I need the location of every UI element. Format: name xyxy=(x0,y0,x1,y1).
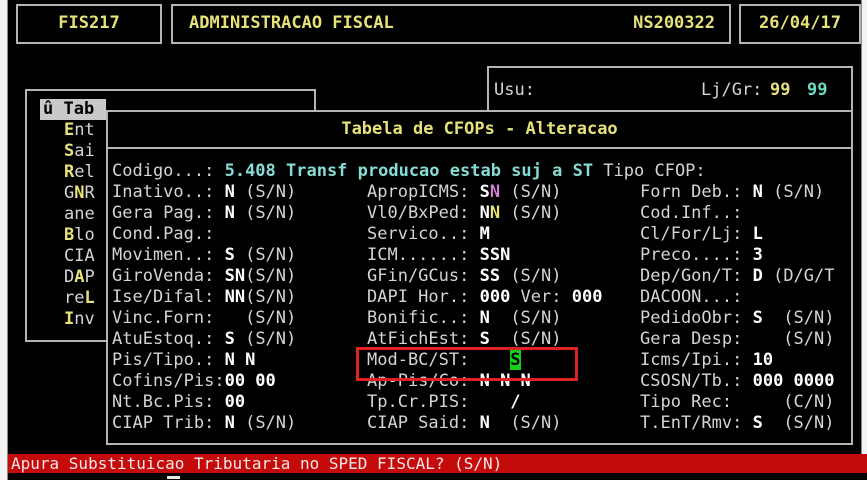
field-row[interactable]: Preco....: 3 xyxy=(640,245,835,266)
menu-item[interactable]: CIA xyxy=(40,246,106,267)
field-row[interactable]: CIAP Trib: N (S/N) xyxy=(112,413,296,434)
field-row[interactable]: Bonific..: N (S/N) xyxy=(367,308,602,329)
menu-item[interactable]: Inv xyxy=(40,309,106,330)
current-date: 26/04/17 xyxy=(741,13,859,34)
menu-item[interactable]: DAP xyxy=(40,267,106,288)
dialog-title: Tabela de CFOPs - Alteracao xyxy=(108,119,851,140)
field-row[interactable]: Tipo Rec: (C/N) xyxy=(640,392,835,413)
field-row[interactable]: Forn Deb.: N (S/N) xyxy=(640,182,835,203)
status-prompt-bar: Apura Substituicao Tributaria no SPED FI… xyxy=(7,454,867,473)
cfop-dialog: Tabela de CFOPs - Alteracao Codigo...: 5… xyxy=(106,110,853,445)
menu-item[interactable]: ane xyxy=(40,204,106,225)
codigo-field-row[interactable]: Codigo...: 5.408 Transf producao estab s… xyxy=(112,161,706,182)
terminal-screen: FIS217 ADMINISTRACAO FISCAL NS200322 26/… xyxy=(0,0,867,480)
dialog-divider xyxy=(108,147,851,149)
app-version: NS200322 xyxy=(633,13,715,34)
app-title-box: ADMINISTRACAO FISCAL NS200322 xyxy=(171,4,731,44)
app-title: ADMINISTRACAO FISCAL xyxy=(189,13,394,34)
field-row[interactable]: DAPI Hor.: 000 Ver: 000 xyxy=(367,287,602,308)
field-row[interactable]: Vinc.Forn: (S/N) xyxy=(112,308,296,329)
menu-item-selected[interactable]: û Tab xyxy=(40,99,106,120)
field-row[interactable]: Ap-Pis/Co: N N N xyxy=(367,371,602,392)
field-row[interactable]: Ise/Difal: NN(S/N) xyxy=(112,287,296,308)
field-row[interactable]: Vl0/BxPed: NN (S/N) xyxy=(367,203,602,224)
menu-item[interactable]: Rel xyxy=(40,162,106,183)
window-right-border xyxy=(861,0,867,454)
field-row[interactable]: Tp.Cr.PIS: / xyxy=(367,392,602,413)
field-row[interactable]: CSOSN/Tb.: 000 0000 xyxy=(640,371,835,392)
field-row[interactable]: Pis/Tipo.: N N xyxy=(112,350,296,371)
field-row[interactable]: Servico..: M xyxy=(367,224,602,245)
user-info-box: Usu: Lj/Gr: 99 99 xyxy=(487,66,853,112)
field-row[interactable]: Gera Pag.: N (S/N) xyxy=(112,203,296,224)
field-row[interactable]: AtFichEst: S (S/N) xyxy=(367,329,602,350)
field-row[interactable]: ApropICMS: SN (S/N) xyxy=(367,182,602,203)
field-row[interactable]: Cod.Inf..: xyxy=(640,203,835,224)
field-row[interactable]: CIAP Said: N (S/N) xyxy=(367,413,602,434)
field-row[interactable]: Gera Desp: (S/N) xyxy=(640,329,835,350)
field-row[interactable]: Cl/For/Lj: L xyxy=(640,224,835,245)
program-code: FIS217 xyxy=(18,13,160,34)
field-row[interactable]: PedidoObr: S (S/N) xyxy=(640,308,835,329)
field-row[interactable]: ICM......: SSN xyxy=(367,245,602,266)
menu-item[interactable]: Ent xyxy=(40,120,106,141)
field-row[interactable]: DACOON...: xyxy=(640,287,835,308)
user-label: Usu: xyxy=(494,80,535,101)
store-group-label: Lj/Gr: xyxy=(701,80,762,101)
field-column-left: Inativo..: N (S/N)Gera Pag.: N (S/N)Cond… xyxy=(112,182,296,434)
field-row[interactable]: Mod-BC/ST: S xyxy=(367,350,602,371)
date-box: 26/04/17 xyxy=(739,4,861,44)
window-left-border xyxy=(0,0,8,480)
store-number: 99 xyxy=(770,80,790,101)
menu-item[interactable]: Blo xyxy=(40,225,106,246)
field-column-right: Forn Deb.: N (S/N)Cod.Inf..:Cl/For/Lj: L… xyxy=(640,182,835,434)
sidebar-menu: û TabEntSaiRelGNRaneBloCIADAPreLInv xyxy=(40,99,106,330)
field-row[interactable]: GiroVenda: SN(S/N) xyxy=(112,266,296,287)
menu-item[interactable]: GNR xyxy=(40,183,106,204)
field-row[interactable]: Cofins/Pis:00 00 xyxy=(112,371,296,392)
field-row[interactable]: Nt.Bc.Pis: 00 xyxy=(112,392,296,413)
field-row[interactable]: Movimen..: S (S/N) xyxy=(112,245,296,266)
field-row[interactable]: Icms/Ipi.: 10 xyxy=(640,350,835,371)
terminal-cursor-artifact xyxy=(167,476,180,479)
field-row[interactable]: Cond.Pag.: xyxy=(112,224,296,245)
menu-item[interactable]: Sai xyxy=(40,141,106,162)
field-row[interactable]: T.EnT/Rmv: S (S/N) xyxy=(640,413,835,434)
field-column-middle: ApropICMS: SN (S/N)Vl0/BxPed: NN (S/N)Se… xyxy=(367,182,602,434)
field-row[interactable]: Dep/Gon/T: D (D/G/T xyxy=(640,266,835,287)
menu-item[interactable]: reL xyxy=(40,288,106,309)
group-number: 99 xyxy=(807,80,827,101)
field-row[interactable]: Inativo..: N (S/N) xyxy=(112,182,296,203)
program-code-box: FIS217 xyxy=(16,4,162,44)
field-row[interactable]: GFin/GCus: SS (S/N) xyxy=(367,266,602,287)
field-row[interactable]: AtuEstoq.: S (S/N) xyxy=(112,329,296,350)
